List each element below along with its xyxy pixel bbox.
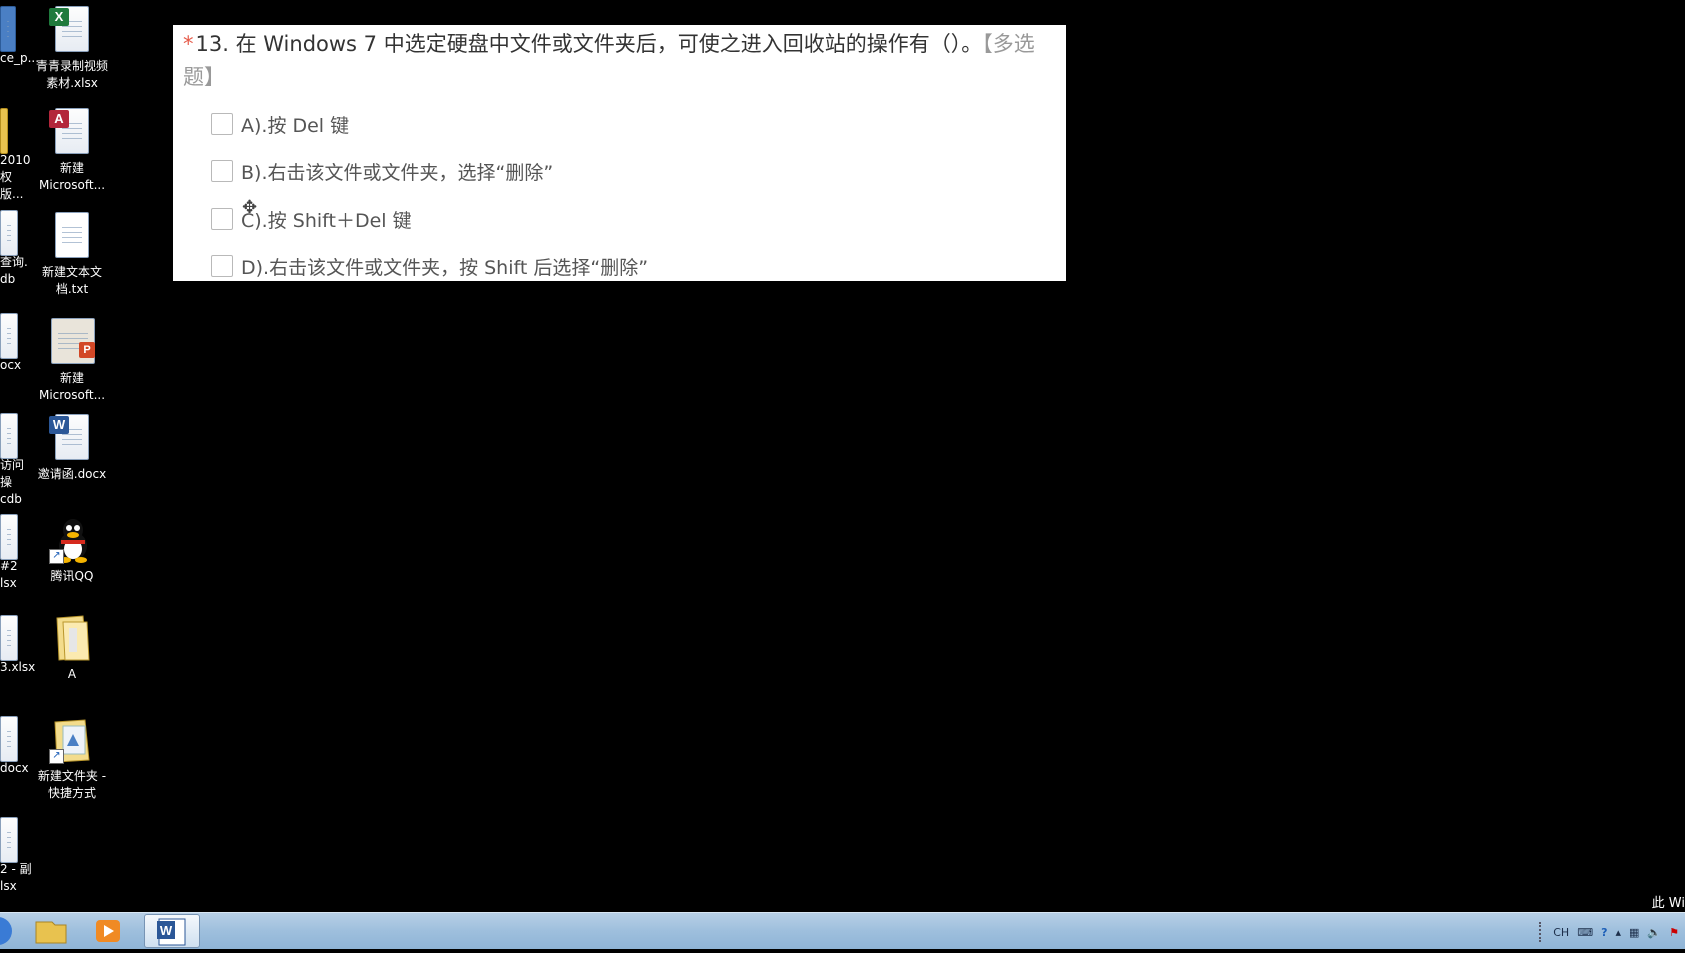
question-title: *13. 在 Windows 7 中选定硬盘中文件或文件夹后，可使之进入回收站的…: [183, 28, 1053, 94]
question-card: *13. 在 Windows 7 中选定硬盘中文件或文件夹后，可使之进入回收站的…: [173, 25, 1066, 281]
desktop-icon-label: A: [67, 667, 77, 681]
desktop-icon-qq[interactable]: ↗ 腾讯QQ: [29, 516, 115, 585]
file-icon: [0, 210, 18, 256]
desktop-icon-word[interactable]: W 邀请函.docx: [29, 414, 115, 483]
tray-grip-icon: [1539, 922, 1545, 942]
option-checkbox[interactable]: [211, 160, 233, 182]
file-icon: [0, 817, 18, 863]
text-file-icon: [49, 212, 95, 260]
computer-icon: [0, 6, 18, 52]
folder-icon: [0, 108, 18, 154]
desktop-icon-powerpoint[interactable]: P 新建 Microsoft...: [29, 318, 115, 404]
system-tray: CH ⌨ ? ▴ ▦ 🔈 ⚑: [1539, 922, 1679, 942]
qq-icon: ↗: [49, 516, 95, 564]
desktop-icon-folder-a[interactable]: A: [29, 614, 115, 683]
desktop-icon-label: 腾讯QQ: [50, 569, 94, 583]
excel-file-icon: X: [49, 6, 95, 54]
folder-shortcut-icon: ↗: [49, 716, 95, 764]
option-checkbox[interactable]: [211, 208, 233, 230]
taskbar-media-player[interactable]: [80, 914, 136, 948]
required-mark: *: [183, 32, 194, 56]
desktop-icon-access[interactable]: A 新建 Microsoft...: [29, 108, 115, 194]
option-label: A).按 Del 键: [241, 114, 350, 137]
desktop-icon-label: 青青录制视频 素材.xlsx: [35, 59, 108, 90]
option-a[interactable]: A).按 Del 键: [211, 110, 349, 138]
desktop-icon-folder-shortcut[interactable]: ↗ 新建文件夹 - 快捷方式: [29, 716, 115, 802]
desktop-icon-label: 新建文件夹 - 快捷方式: [37, 769, 107, 800]
file-icon: [0, 615, 18, 661]
option-label: C).按 Shift＋Del 键: [241, 209, 412, 232]
folder-icon: [35, 921, 67, 944]
option-checkbox[interactable]: [211, 255, 233, 277]
desktop-icon-label: 新建 Microsoft...: [38, 161, 106, 192]
shortcut-arrow-icon: ↗: [49, 749, 64, 764]
option-label: B).右击该文件或文件夹，选择“删除”: [241, 161, 554, 184]
file-icon: [0, 716, 18, 762]
taskbar: W CH ⌨ ? ▴ ▦ 🔈 ⚑: [0, 912, 1685, 949]
media-player-icon: [96, 920, 120, 942]
taskbar-word[interactable]: W: [144, 914, 200, 948]
option-label: D).右击该文件或文件夹，按 Shift 后选择“删除”: [241, 256, 649, 279]
file-icon: [0, 413, 18, 459]
powerpoint-file-icon: P: [49, 318, 95, 366]
option-b[interactable]: B).右击该文件或文件夹，选择“删除”: [211, 157, 553, 185]
action-center-icon[interactable]: ⚑: [1669, 926, 1679, 939]
desktop-icon-label: 新建文本文 档.txt: [41, 265, 102, 296]
access-file-icon: A: [49, 108, 95, 156]
desktop-icon-label: 2 - 副 lsx: [0, 862, 32, 893]
svg-text:W: W: [160, 923, 173, 938]
tray-language[interactable]: CH: [1553, 926, 1569, 939]
word-file-icon: W: [49, 414, 95, 462]
volume-icon[interactable]: 🔈: [1647, 926, 1661, 939]
move-cursor-icon: ✥: [242, 197, 258, 218]
network-icon[interactable]: ▦: [1629, 926, 1639, 939]
help-icon[interactable]: ?: [1601, 926, 1607, 939]
desktop-icon-cut-9[interactable]: 2 - 副 lsx: [0, 817, 34, 895]
question-text: 13. 在 Windows 7 中选定硬盘中文件或文件夹后，可使之进入回收站的操…: [195, 32, 983, 56]
folder-icon: [49, 614, 95, 662]
shortcut-arrow-icon: ↗: [49, 549, 64, 564]
desktop-icon-label: 邀请函.docx: [37, 467, 107, 481]
file-icon: [0, 313, 18, 359]
taskbar-explorer[interactable]: [22, 914, 78, 948]
word-icon: W: [157, 918, 186, 946]
option-d[interactable]: D).右击该文件或文件夹，按 Shift 后选择“删除”: [211, 252, 648, 280]
option-checkbox[interactable]: [211, 113, 233, 135]
file-icon: [0, 514, 18, 560]
tray-expand-icon[interactable]: ▴: [1615, 926, 1621, 939]
keyboard-icon[interactable]: ⌨: [1577, 926, 1593, 939]
desktop-icon-text[interactable]: 新建文本文 档.txt: [29, 212, 115, 298]
desktop-icon-excel[interactable]: X 青青录制视频 素材.xlsx: [29, 6, 115, 92]
desktop-icon-label: 新建 Microsoft...: [38, 371, 106, 402]
activation-watermark: 此 Wi: [1651, 896, 1685, 911]
